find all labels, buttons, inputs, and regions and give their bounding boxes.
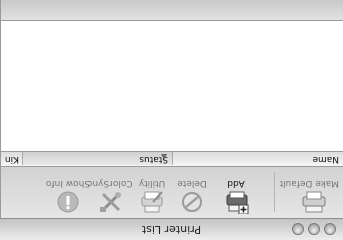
info-icon [57, 191, 79, 213]
printer-add-icon [226, 191, 249, 214]
status-column-header[interactable]: Status ▲ [23, 152, 173, 165]
printer-utility-icon [141, 191, 163, 213]
name-column-header[interactable]: Name [179, 152, 339, 165]
add-label: Add [227, 178, 245, 188]
make-default-label: Make Default [279, 178, 339, 188]
printer-list-table[interactable] [0, 21, 343, 151]
printer-list-window: Printer List Make Default Add Delete Uti… [0, 0, 343, 240]
window-title: Printer List [141, 223, 202, 236]
delete-icon [182, 192, 202, 212]
add-button[interactable]: Add [211, 178, 261, 214]
make-default-button[interactable]: Make Default [279, 178, 339, 214]
printer-default-icon [302, 191, 326, 213]
sort-ascending-icon: ▲ [161, 153, 168, 162]
show-info-label: Show Info [45, 178, 91, 188]
toolbar-separator [274, 172, 275, 212]
window-bottom-bar [0, 0, 343, 21]
kind-column-header[interactable]: Kin [0, 152, 23, 165]
toolbar: Make Default Add Delete Utility ColorSyn… [0, 166, 343, 218]
show-info-button[interactable]: Show Info [43, 178, 93, 214]
colorsync-tools-icon [100, 192, 121, 212]
column-header: Name Status ▲ Kin [0, 151, 343, 166]
window-edge [0, 0, 1, 218]
title-bar: Printer List [0, 218, 343, 240]
